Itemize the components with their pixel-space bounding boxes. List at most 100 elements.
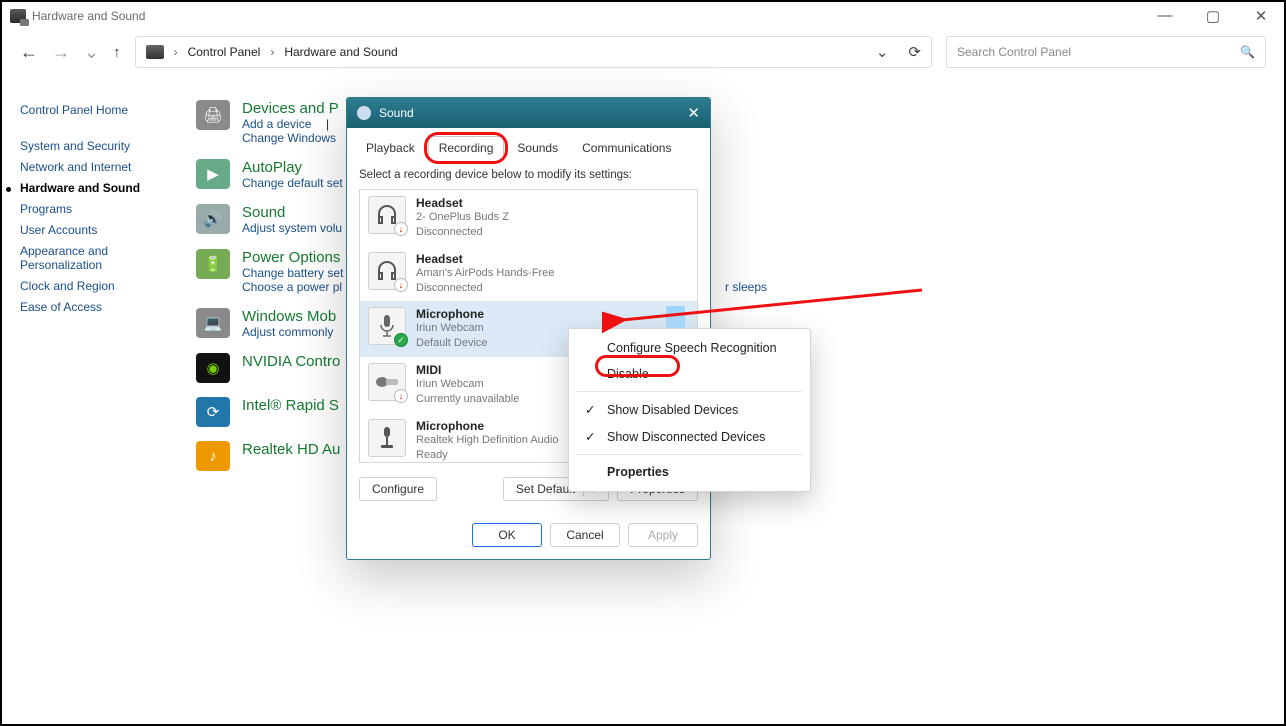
maximize-button[interactable]: ▢ xyxy=(1198,7,1228,25)
forward-button[interactable]: → xyxy=(52,42,70,63)
cat-mobility[interactable]: Windows Mob xyxy=(242,308,336,325)
sidebar-item-users[interactable]: User Accounts xyxy=(20,223,196,237)
refresh-button[interactable]: ⟳ xyxy=(908,43,921,61)
sidebar-item-network[interactable]: Network and Internet xyxy=(20,160,196,174)
menu-label: Show Disabled Devices xyxy=(607,403,738,417)
cat-sound[interactable]: Sound xyxy=(242,204,342,221)
cat-autoplay[interactable]: AutoPlay xyxy=(242,159,343,176)
address-bar[interactable]: › Control Panel › Hardware and Sound ⌄ ⟳ xyxy=(135,36,932,68)
location-icon xyxy=(146,45,164,59)
apply-button[interactable]: Apply xyxy=(628,523,698,547)
app-icon xyxy=(10,9,26,23)
link-sleeps-partial[interactable]: r sleeps xyxy=(725,280,767,294)
menu-disable[interactable]: Disable xyxy=(569,361,810,387)
sidebar: Control Panel Home System and Security N… xyxy=(20,86,196,485)
dialog-titlebar[interactable]: Sound ✕ xyxy=(347,98,710,128)
menu-properties[interactable]: Properties xyxy=(569,459,810,485)
back-button[interactable]: ← xyxy=(20,42,38,63)
cat-power[interactable]: Power Options xyxy=(242,249,351,266)
midi-icon: ↓ xyxy=(368,363,406,401)
device-status: Default Device xyxy=(416,336,488,351)
search-icon: 🔍 xyxy=(1240,45,1255,59)
menu-configure-speech[interactable]: Configure Speech Recognition xyxy=(569,335,810,361)
sidebar-item-system[interactable]: System and Security xyxy=(20,139,196,153)
breadcrumb-a[interactable]: Control Panel xyxy=(188,45,261,59)
device-sub: Iriun Webcam xyxy=(416,377,519,392)
down-arrow-badge-icon: ↓ xyxy=(394,389,408,403)
tab-recording[interactable]: Recording xyxy=(428,136,505,159)
recent-dropdown[interactable]: ⌄ xyxy=(84,42,99,63)
device-name: Microphone xyxy=(416,307,488,321)
link-default-settings[interactable]: Change default set xyxy=(242,176,343,190)
dialog-instruction: Select a recording device below to modif… xyxy=(359,169,698,181)
device-status: Disconnected xyxy=(416,225,509,240)
sidebar-item-appearance[interactable]: Appearance and Personalization xyxy=(20,244,160,272)
device-name: Headset xyxy=(416,252,554,266)
window-title: Hardware and Sound xyxy=(32,9,145,23)
power-icon: 🔋 xyxy=(196,249,230,279)
search-input[interactable]: Search Control Panel 🔍 xyxy=(946,36,1266,68)
search-placeholder: Search Control Panel xyxy=(957,45,1071,59)
link-system-volume[interactable]: Adjust system volu xyxy=(242,221,342,235)
chevron-right-icon: › xyxy=(270,45,274,59)
control-panel-home[interactable]: Control Panel Home xyxy=(20,103,196,117)
microphone-icon: ✓ xyxy=(368,307,406,345)
realtek-icon: ♪ xyxy=(196,441,230,471)
menu-label: Disable xyxy=(607,367,649,381)
tab-communications[interactable]: Communications xyxy=(571,136,682,159)
check-badge-icon: ✓ xyxy=(394,333,408,347)
headset-icon: ↓ xyxy=(368,196,406,234)
device-name: Headset xyxy=(416,196,509,210)
tab-recording-label: Recording xyxy=(439,141,494,155)
up-button[interactable]: ↑ xyxy=(113,44,121,61)
context-menu: Configure Speech Recognition Disable ✓Sh… xyxy=(568,328,811,492)
device-name: Microphone xyxy=(416,419,558,433)
sidebar-item-hardware[interactable]: Hardware and Sound xyxy=(20,181,196,195)
link-battery-settings[interactable]: Change battery set xyxy=(242,266,343,280)
cat-nvidia[interactable]: NVIDIA Contro xyxy=(242,353,340,370)
sound-dialog-icon xyxy=(357,106,371,120)
link-change-windows[interactable]: Change Windows xyxy=(242,131,336,145)
devices-icon: 🖨 xyxy=(196,100,230,130)
tab-sounds[interactable]: Sounds xyxy=(506,136,569,159)
device-status: Ready xyxy=(416,448,558,463)
ok-button[interactable]: OK xyxy=(472,523,542,547)
nvidia-icon: ◉ xyxy=(196,353,230,383)
menu-separator xyxy=(577,454,802,455)
check-icon: ✓ xyxy=(585,429,597,444)
device-sub: Aman's AirPods Hands-Free xyxy=(416,266,554,281)
history-dropdown[interactable]: ⌄ xyxy=(876,43,889,61)
cat-intel[interactable]: Intel® Rapid S xyxy=(242,397,339,414)
dialog-title: Sound xyxy=(379,106,414,120)
down-arrow-badge-icon: ↓ xyxy=(394,278,408,292)
tab-playback[interactable]: Playback xyxy=(355,136,426,159)
desk-mic-icon xyxy=(368,419,406,457)
close-button[interactable]: ✕ xyxy=(1246,7,1276,25)
sidebar-item-programs[interactable]: Programs xyxy=(20,202,196,216)
minimize-button[interactable]: — xyxy=(1150,7,1180,25)
cat-devices[interactable]: Devices and P xyxy=(242,100,339,117)
sidebar-item-ease[interactable]: Ease of Access xyxy=(20,300,196,314)
device-status: Currently unavailable xyxy=(416,392,519,407)
link-add-device[interactable]: Add a device xyxy=(242,117,311,131)
window-titlebar: Hardware and Sound — ▢ ✕ xyxy=(2,2,1284,30)
check-icon: ✓ xyxy=(585,402,597,417)
autoplay-icon: ▶ xyxy=(196,159,230,189)
configure-button[interactable]: Configure xyxy=(359,477,437,501)
device-row[interactable]: ↓ HeadsetAman's AirPods Hands-FreeDiscon… xyxy=(360,246,697,302)
device-sub: Realtek High Definition Audio xyxy=(416,433,558,448)
mobility-icon: 💻 xyxy=(196,308,230,338)
device-row[interactable]: ↓ Headset2- OnePlus Buds ZDisconnected xyxy=(360,190,697,246)
link-adjust-commonly[interactable]: Adjust commonly xyxy=(242,325,333,339)
device-name: MIDI xyxy=(416,363,519,377)
menu-show-disconnected[interactable]: ✓Show Disconnected Devices xyxy=(569,423,810,450)
breadcrumb-b[interactable]: Hardware and Sound xyxy=(284,45,397,59)
link-power-plan[interactable]: Choose a power pl xyxy=(242,280,342,294)
sidebar-item-clock[interactable]: Clock and Region xyxy=(20,279,196,293)
cat-realtek[interactable]: Realtek HD Au xyxy=(242,441,340,458)
device-sub: Iriun Webcam xyxy=(416,321,488,336)
menu-show-disabled[interactable]: ✓ Show Disabled Devices xyxy=(569,396,810,423)
dialog-close-button[interactable]: ✕ xyxy=(687,104,700,122)
dialog-tabs: Playback Recording Sounds Communications xyxy=(347,128,710,159)
cancel-button[interactable]: Cancel xyxy=(550,523,620,547)
